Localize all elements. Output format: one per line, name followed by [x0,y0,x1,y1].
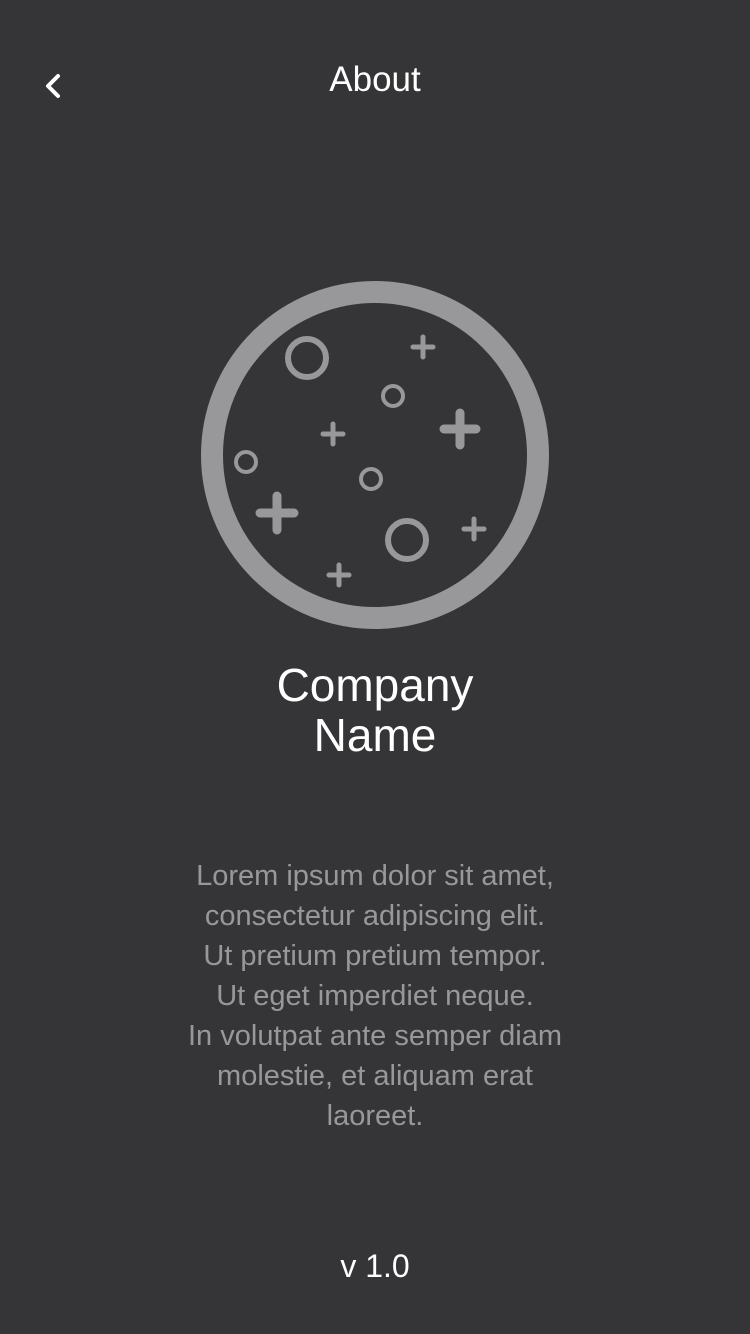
company-name: Company Name [125,660,625,760]
description-line: In volutpat ante semper diam [188,1020,562,1052]
company-description: Lorem ipsum dolor sit amet, consectetur … [125,856,625,1136]
company-name-line-2: Name [313,709,437,761]
planet-crater-icon [201,281,549,629]
company-name-line-1: Company [276,659,474,711]
description-line: Ut pretium pretium tempor. [203,940,547,972]
description-line: molestie, et aliquam erat [217,1060,533,1092]
description-line: Lorem ipsum dolor sit amet, [196,860,554,892]
navigation-bar: About [0,0,750,160]
description-line: Ut eget imperdiet neque. [216,980,534,1012]
page-title: About [329,60,421,99]
app-version: v 1.0 [340,1248,410,1284]
description-line: laoreet. [326,1100,424,1132]
description-line: consectetur adipiscing elit. [204,900,546,932]
